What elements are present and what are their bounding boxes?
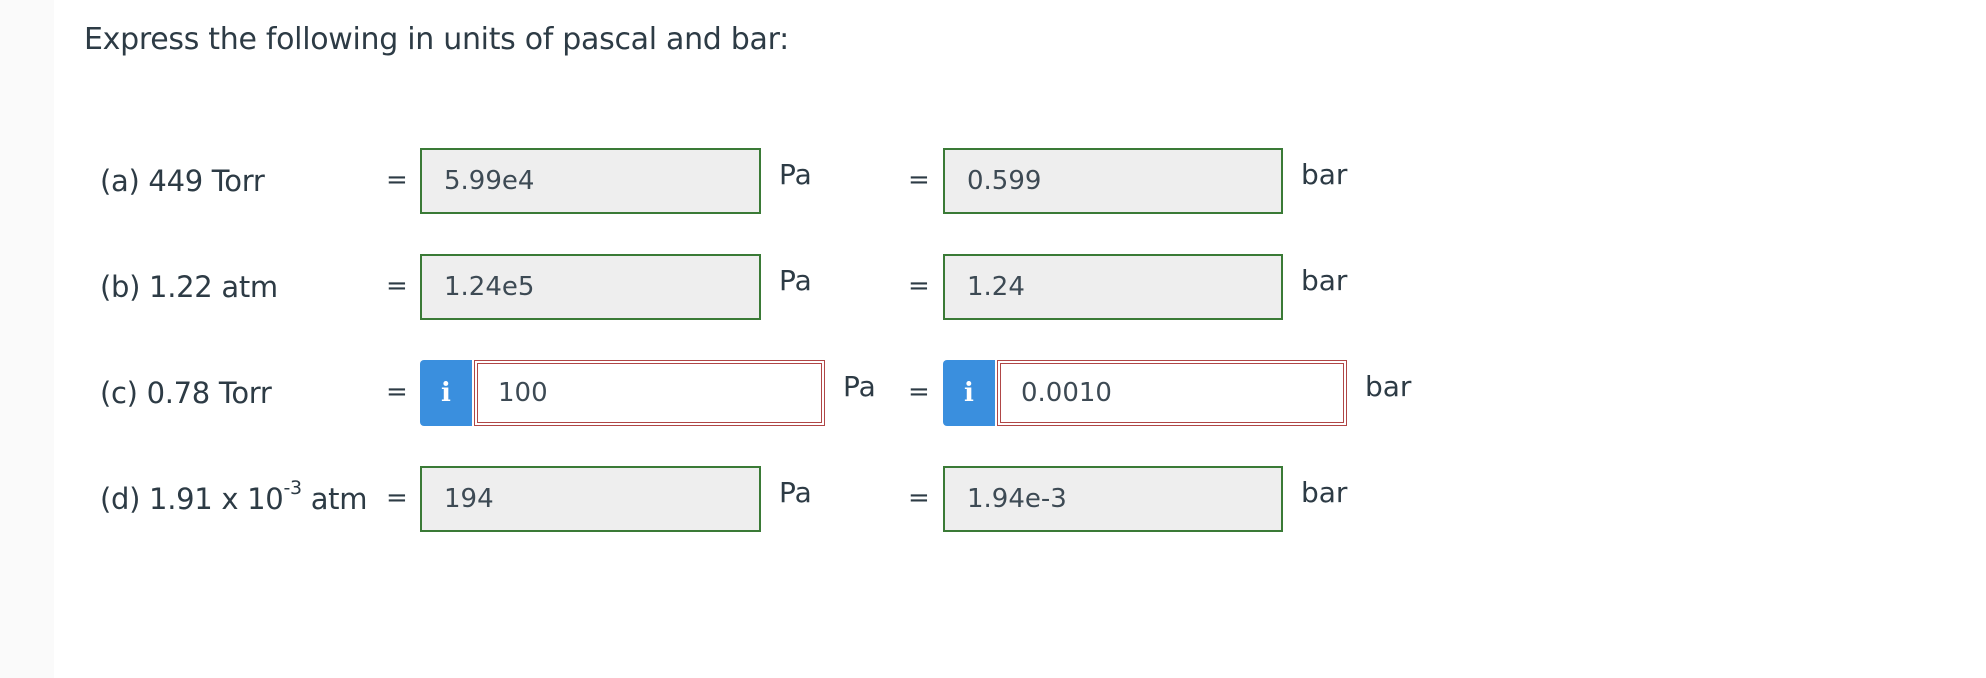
- bar-unit-label: bar: [1365, 370, 1412, 403]
- pascal-answer-field[interactable]: 5.99e4: [420, 148, 761, 214]
- bar-answer-field[interactable]: 1.94e-3: [943, 466, 1283, 532]
- bar-unit-label: bar: [1301, 158, 1348, 191]
- pascal-unit-label: Pa: [779, 264, 812, 297]
- pascal-answer-field[interactable]: 1.24e5: [420, 254, 761, 320]
- bar-unit-label: bar: [1301, 264, 1348, 297]
- row-label-base: (d) 1.91 x 10: [100, 482, 284, 516]
- pascal-unit-label: Pa: [843, 370, 876, 403]
- equals-sign: =: [908, 165, 930, 195]
- equals-sign: =: [386, 377, 408, 407]
- bar-answer-field[interactable]: 1.24: [943, 254, 1283, 320]
- question-prompt: Express the following in units of pascal…: [84, 22, 789, 57]
- equals-sign: =: [386, 271, 408, 301]
- equals-sign: =: [908, 377, 930, 407]
- info-icon[interactable]: i: [943, 360, 995, 426]
- bar-unit-label: bar: [1301, 476, 1348, 509]
- info-icon[interactable]: i: [420, 360, 472, 426]
- conversion-row-b: (b) 1.22 atm = 1.24e5 Pa = 1.24 bar: [0, 254, 1986, 320]
- equals-sign: =: [908, 271, 930, 301]
- conversion-row-d: (d) 1.91 x 10-3 atm = 194 Pa = 1.94e-3 b…: [0, 466, 1986, 532]
- conversion-row-a: (a) 449 Torr = 5.99e4 Pa = 0.599 bar: [0, 148, 1986, 214]
- bar-answer-field[interactable]: 0.0010: [997, 360, 1347, 426]
- row-label: (b) 1.22 atm: [100, 270, 278, 304]
- row-label: (c) 0.78 Torr: [100, 376, 272, 410]
- equals-sign: =: [908, 483, 930, 513]
- row-label: (a) 449 Torr: [100, 164, 265, 198]
- row-label: (d) 1.91 x 10-3 atm: [100, 477, 368, 519]
- pascal-unit-label: Pa: [779, 476, 812, 509]
- conversion-row-c: (c) 0.78 Torr = i 100 Pa = i 0.0010 bar: [0, 360, 1986, 426]
- pascal-answer-field[interactable]: 100: [474, 360, 825, 426]
- question-panel: [54, 0, 1986, 678]
- equals-sign: =: [386, 165, 408, 195]
- pascal-answer-field[interactable]: 194: [420, 466, 761, 532]
- bar-answer-field[interactable]: 0.599: [943, 148, 1283, 214]
- row-label-exponent: -3: [283, 477, 302, 500]
- row-label-unit: atm: [301, 482, 368, 516]
- equals-sign: =: [386, 483, 408, 513]
- pascal-unit-label: Pa: [779, 158, 812, 191]
